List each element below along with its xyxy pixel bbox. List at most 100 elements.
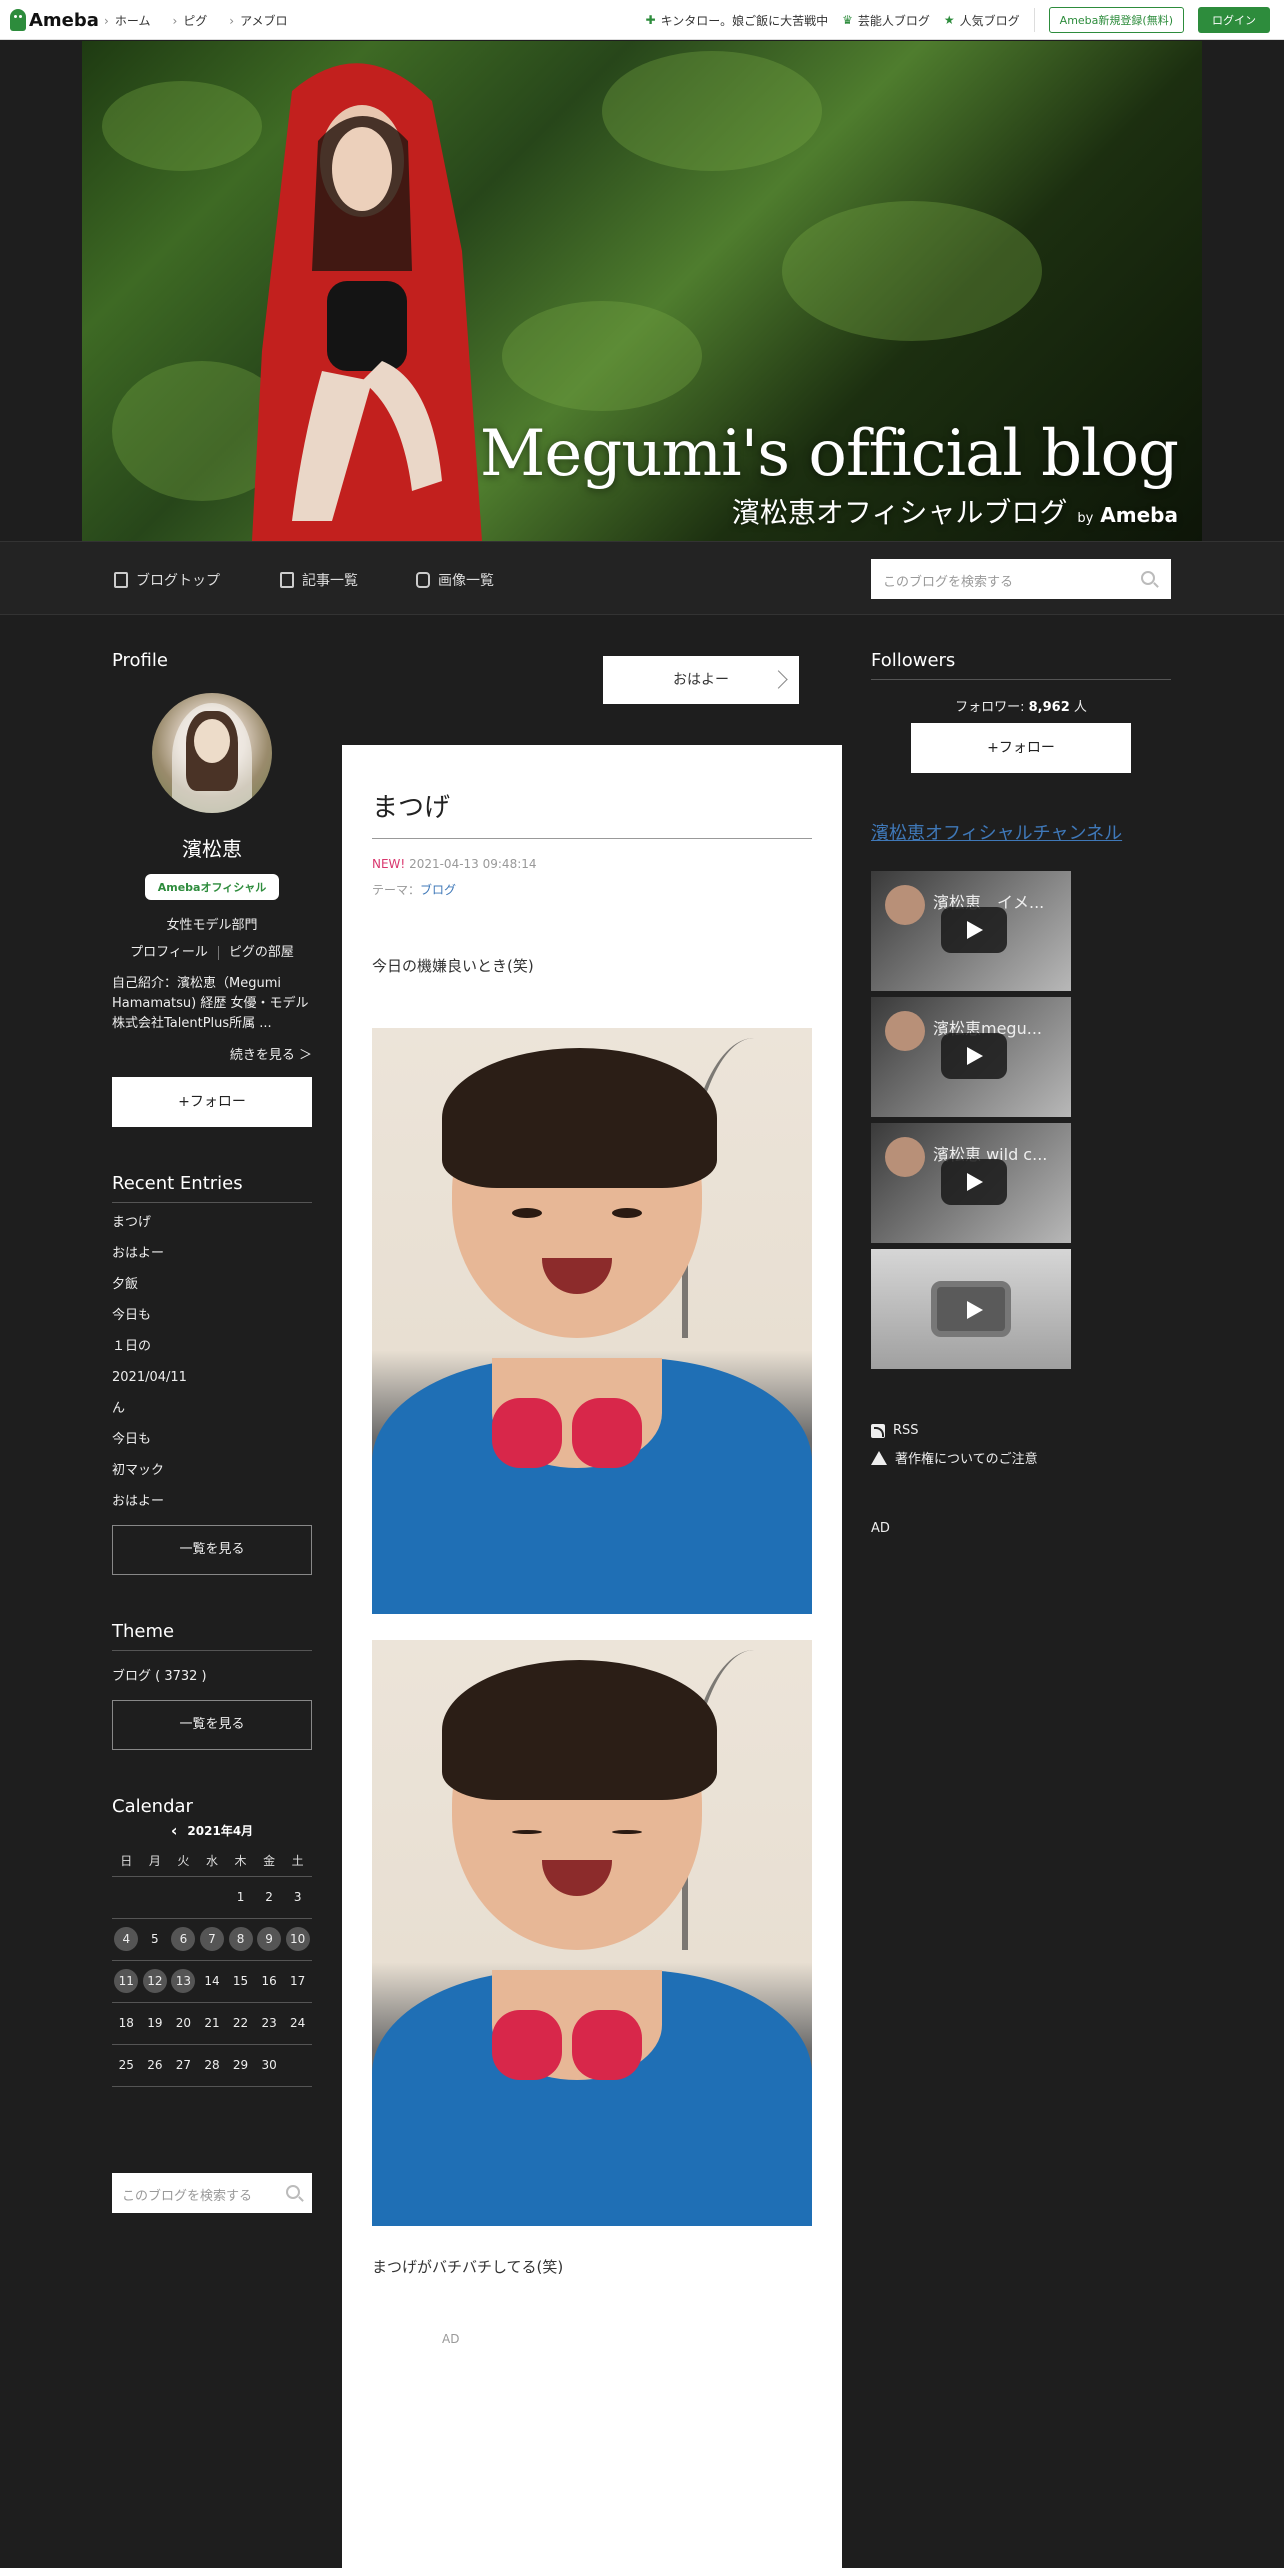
theme-link[interactable]: ブログ [420,883,456,897]
foliage [502,301,702,411]
article-text: まつげがバチバチしてる(笑) [372,2258,564,2276]
play-icon[interactable] [941,1033,1007,1079]
calendar-day: 25 [112,2044,141,2087]
read-more-link[interactable]: 続きを見る ＞ [112,1044,312,1063]
list-item[interactable]: まつげ [112,1207,312,1238]
prev-entry-button[interactable]: おはよー [603,656,799,704]
search-icon[interactable] [1141,571,1155,585]
video-thumbnail[interactable]: 濱松恵 wild c... [871,1123,1071,1243]
hero-by-prefix: by [1077,511,1094,526]
theme-item[interactable]: ブログ ( 3732 ) [112,1665,312,1684]
nav-ameblo[interactable]: アメブロ [229,12,287,29]
foliage [602,51,822,171]
rss-link[interactable]: RSS [871,1423,1171,1438]
play-icon[interactable] [941,907,1007,953]
profile-name[interactable]: 濱松恵 [112,833,312,862]
hero-subtitle: 濱松恵オフィシャルブログ by Ameba [732,491,1178,531]
list-item[interactable]: １日の [112,1331,312,1362]
calendar-day[interactable]: 9 [254,1918,284,1961]
copyright-link[interactable]: 著作権についてのご注意 [871,1448,1171,1467]
header-link-popular[interactable]: ★ 人気ブログ [944,12,1020,29]
new-label: NEW! [372,857,406,871]
video-thumbnail[interactable] [871,1249,1071,1369]
calendar-day-label: 16 [261,1974,277,1988]
calendar-day: 15 [226,1960,255,2003]
follow-button[interactable]: +フォロー [112,1077,312,1127]
nav-entry-list[interactable]: 記事一覧 [280,570,358,590]
list-item[interactable]: おはよー [112,1486,312,1517]
follow-button[interactable]: +フォロー [911,723,1131,773]
video-avatar [885,1011,925,1051]
calendar-day-label: 25 [118,2058,134,2072]
calendar-day-label: 9 [257,1927,282,1951]
nav-blog-top[interactable]: ブログトップ [114,570,220,590]
calendar-day: 21 [197,2002,227,2045]
calendar-day[interactable]: 8 [226,1918,255,1961]
official-badge: Amebaオフィシャル [145,874,279,900]
list-item[interactable]: 夕飯 [112,1269,312,1300]
blog-search-input[interactable]: このブログを検索する [871,559,1171,599]
document-icon [114,572,128,588]
calendar-day[interactable]: 7 [197,1918,227,1961]
calendar-day: 22 [226,2002,255,2045]
ameba-logo[interactable]: Ameba [10,8,99,32]
calendar-day-label: 30 [261,2058,277,2072]
weekday-header: 木 [226,1846,255,1877]
copy-icon [280,572,294,588]
play-icon[interactable] [941,1159,1007,1205]
blog-header-image[interactable]: Megumi's official blog 濱松恵オフィシャルブログ by Am… [82,41,1202,541]
calendar-day-label: 22 [232,2016,249,2030]
sidebar-search-input[interactable]: このブログを検索する [112,2172,312,2213]
article-photo-1[interactable] [372,1028,812,1614]
video-thumbnail[interactable]: 濱松恵 イメ... [871,871,1071,991]
calendar-day[interactable]: 12 [140,1960,170,2003]
header-link-celeb[interactable]: ♛ 芸能人ブログ [842,12,930,29]
play-icon[interactable] [931,1281,1011,1337]
nav-pig[interactable]: ピグ [172,12,207,29]
rss-label: RSS [893,1423,919,1438]
nav-home[interactable]: ホーム [104,12,151,29]
list-item[interactable]: ん [112,1393,312,1424]
hero-figure-illustration [252,63,482,541]
list-item[interactable]: 今日も [112,1424,312,1455]
list-item[interactable]: おはよー [112,1238,312,1269]
search-icon[interactable] [286,2184,300,2199]
article: まつげ NEW! 2021-04-13 09:48:14 テーマ：ブログ 今日の… [342,745,842,2568]
calendar-day: 30 [254,2044,284,2087]
theme-see-all-button[interactable]: 一覧を見る [112,1700,312,1750]
calendar-day-label [143,1884,167,1908]
calendar-day[interactable]: 6 [169,1918,198,1961]
video-thumbnail[interactable]: 濱松恵megu... [871,997,1071,1117]
prev-entry-label: おはよー [673,672,729,688]
profile-link[interactable]: プロフィール [120,945,218,960]
calendar-day[interactable]: 11 [112,1960,141,2003]
register-button[interactable]: Ameba新規登録(無料) [1048,7,1184,33]
article-title[interactable]: まつげ [372,787,812,839]
calendar-day[interactable]: 13 [169,1960,198,2003]
calendar-day: 16 [254,1960,284,2003]
list-item[interactable]: 今日も [112,1300,312,1331]
avatar[interactable] [152,693,272,813]
calendar-day-label: 20 [175,2016,192,2030]
login-button[interactable]: ログイン [1198,7,1270,33]
blog-search-placeholder: このブログを検索する [883,575,1014,590]
hero-by-brand: Ameba [1100,503,1178,527]
right-sidebar: Followers フォロワー: 8,962 人 +フォロー 濱松恵オフィシャル… [871,650,1171,1536]
nav-image-list[interactable]: 画像一覧 [416,570,494,590]
pig-room-link[interactable]: ピグの部屋 [219,945,304,960]
calendar-day: 2 [254,1876,284,1919]
article-photo-2[interactable] [372,1640,812,2226]
hero-subtitle-text: 濱松恵オフィシャルブログ [731,496,1068,529]
photo-bow [492,1398,642,1468]
calendar-day[interactable]: 10 [283,1918,312,1961]
list-item[interactable]: 2021/04/11 [112,1362,312,1393]
list-item[interactable]: 初マック [112,1455,312,1486]
header-link-news[interactable]: ✚ キンタロー。娘ご飯に大苦戦中 [646,12,829,29]
channel-link[interactable]: 濱松恵オフィシャルチャンネル [871,819,1171,845]
recent-entries-list: まつげ おはよー 夕飯 今日も １日の 2021/04/11 ん 今日も 初マッ… [112,1207,312,1517]
calendar-day-label: 19 [147,2016,163,2030]
weekday-header: 金 [254,1846,284,1877]
chevron-left-icon[interactable]: ‹ [171,1821,178,1840]
calendar-day[interactable]: 4 [112,1918,141,1961]
recent-see-all-button[interactable]: 一覧を見る [112,1525,312,1575]
